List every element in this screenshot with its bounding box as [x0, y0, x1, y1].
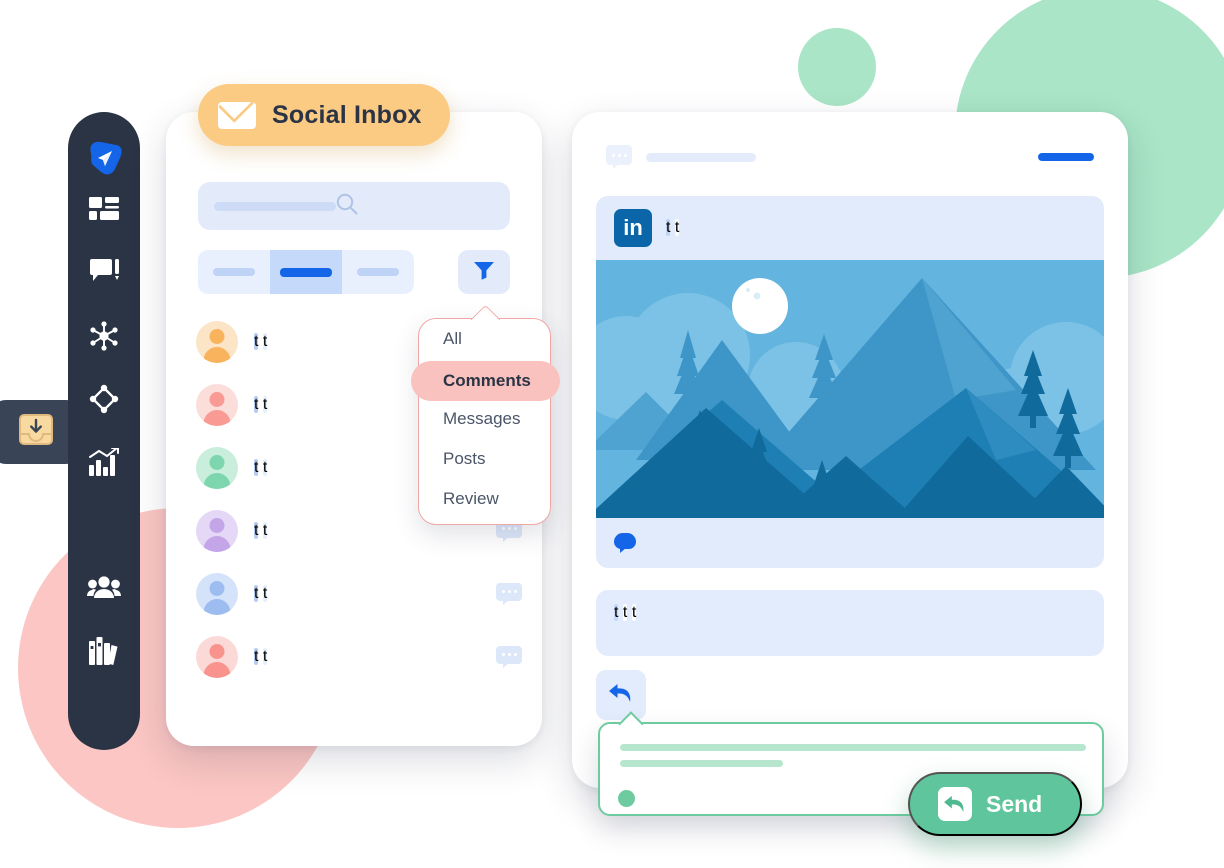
dropdown-item-messages[interactable]: Messages — [419, 399, 550, 439]
filter-button[interactable] — [458, 250, 510, 294]
sidebar-item-automation[interactable] — [68, 367, 140, 430]
composer-text-line-1: t — [620, 744, 1086, 751]
inbox-download-icon — [19, 414, 53, 450]
sidebar-item-library[interactable] — [68, 619, 140, 682]
decorative-green-circle-small — [798, 28, 876, 106]
sidebar-item-engage[interactable] — [68, 241, 140, 304]
tab-one-label: tab — [213, 268, 255, 276]
social-inbox-badge[interactable]: Social Inbox — [198, 84, 450, 146]
post-author-name-line: t — [666, 219, 671, 236]
comment-text-line-1: t — [622, 604, 628, 621]
library-books-icon — [89, 636, 119, 665]
message-snippet-line: t — [262, 395, 268, 413]
send-button[interactable]: Send — [908, 772, 1082, 836]
avatar — [196, 320, 238, 363]
post-author-meta: t t — [666, 219, 680, 237]
sidebar-item-team[interactable] — [68, 556, 140, 619]
network-nodes-icon — [89, 320, 119, 351]
sidebar-item-dashboard[interactable] — [68, 178, 140, 241]
reply-arrow-icon — [938, 787, 972, 821]
search-input[interactable] — [198, 182, 510, 230]
illustration-stage: tab tab tab t t — [0, 0, 1224, 868]
comment-bubble-filled-icon[interactable] — [614, 533, 636, 553]
post-author-block: in t t — [596, 196, 1104, 260]
message-title-line: t — [254, 521, 259, 539]
list-item[interactable]: t t — [166, 625, 542, 688]
reply-arrow-icon — [608, 682, 634, 709]
send-button-label: Send — [986, 790, 1043, 817]
avatar — [196, 509, 238, 552]
message-snippet-line: t — [262, 521, 268, 539]
post-header-title-line: t — [646, 152, 756, 162]
post-comment-block: t t t — [596, 590, 1104, 656]
reply-button[interactable] — [596, 670, 646, 720]
avatar — [196, 383, 238, 426]
message-preview: t t — [254, 584, 496, 603]
tab-three-label: tab — [357, 268, 399, 276]
team-people-icon — [87, 575, 121, 601]
social-inbox-label: Social Inbox — [272, 100, 422, 129]
message-snippet-line: t — [262, 647, 268, 665]
diamond-nodes-icon — [89, 384, 119, 414]
avatar — [196, 446, 238, 489]
post-author-time-line: t — [674, 219, 680, 236]
dropdown-item-all[interactable]: All — [419, 319, 550, 359]
mountain-landscape-illustration — [596, 260, 1104, 518]
avatar — [196, 635, 238, 678]
comment-bubble-icon[interactable] — [496, 645, 522, 668]
tab-two[interactable]: tab — [270, 250, 342, 294]
search-placeholder — [214, 201, 336, 211]
comment-bubble-icon — [606, 145, 632, 169]
message-title-line: t — [254, 332, 259, 350]
funnel-icon — [473, 260, 495, 285]
post-reactions-bar — [596, 518, 1104, 568]
message-snippet-line: t — [262, 458, 268, 476]
message-title-line: t — [254, 395, 259, 413]
composer-status-dot[interactable] — [618, 790, 635, 807]
linkedin-icon: in — [614, 209, 652, 247]
tab-one[interactable]: tab — [198, 250, 270, 294]
post-header-action-link[interactable]: t — [1038, 153, 1094, 161]
tab-two-label: tab — [280, 267, 332, 277]
sidebar-item-analytics[interactable] — [68, 430, 140, 493]
app-sidebar — [68, 112, 140, 750]
message-preview: t t — [254, 647, 496, 666]
message-title-line: t — [254, 647, 259, 665]
sidebar-logo[interactable] — [84, 138, 124, 178]
inbox-tab-group: tab tab tab — [198, 250, 414, 294]
envelope-icon — [218, 101, 256, 129]
search-icon[interactable] — [336, 193, 358, 220]
dropdown-item-review[interactable]: Review — [419, 479, 550, 519]
post-header: t t — [606, 142, 1094, 172]
comment-bubble-icon[interactable] — [496, 582, 522, 605]
sidebar-item-inbox-spacer — [68, 493, 140, 556]
message-title-line: t — [254, 458, 259, 476]
comment-text-line-2: t — [631, 604, 637, 621]
message-snippet-line: t — [262, 584, 268, 602]
paper-plane-icon — [85, 139, 123, 177]
avatar — [196, 572, 238, 615]
post-detail-panel: t t in t t — [572, 112, 1128, 788]
filter-dropdown-menu: All Messages Posts Review Comments — [411, 318, 560, 525]
message-title-line: t — [254, 584, 259, 602]
comment-author-line: t — [614, 604, 619, 621]
dropdown-item-posts[interactable]: Posts — [419, 439, 550, 479]
dashboard-grid-icon — [89, 196, 119, 223]
comment-edit-icon — [89, 259, 120, 286]
tab-three[interactable]: tab — [342, 250, 414, 294]
sidebar-item-network[interactable] — [68, 304, 140, 367]
composer-text-line-2: t — [620, 760, 783, 767]
message-snippet-line: t — [262, 332, 268, 350]
list-item[interactable]: t t — [166, 562, 542, 625]
dropdown-item-comments[interactable]: Comments — [411, 361, 560, 401]
analytics-chart-icon — [89, 447, 119, 476]
